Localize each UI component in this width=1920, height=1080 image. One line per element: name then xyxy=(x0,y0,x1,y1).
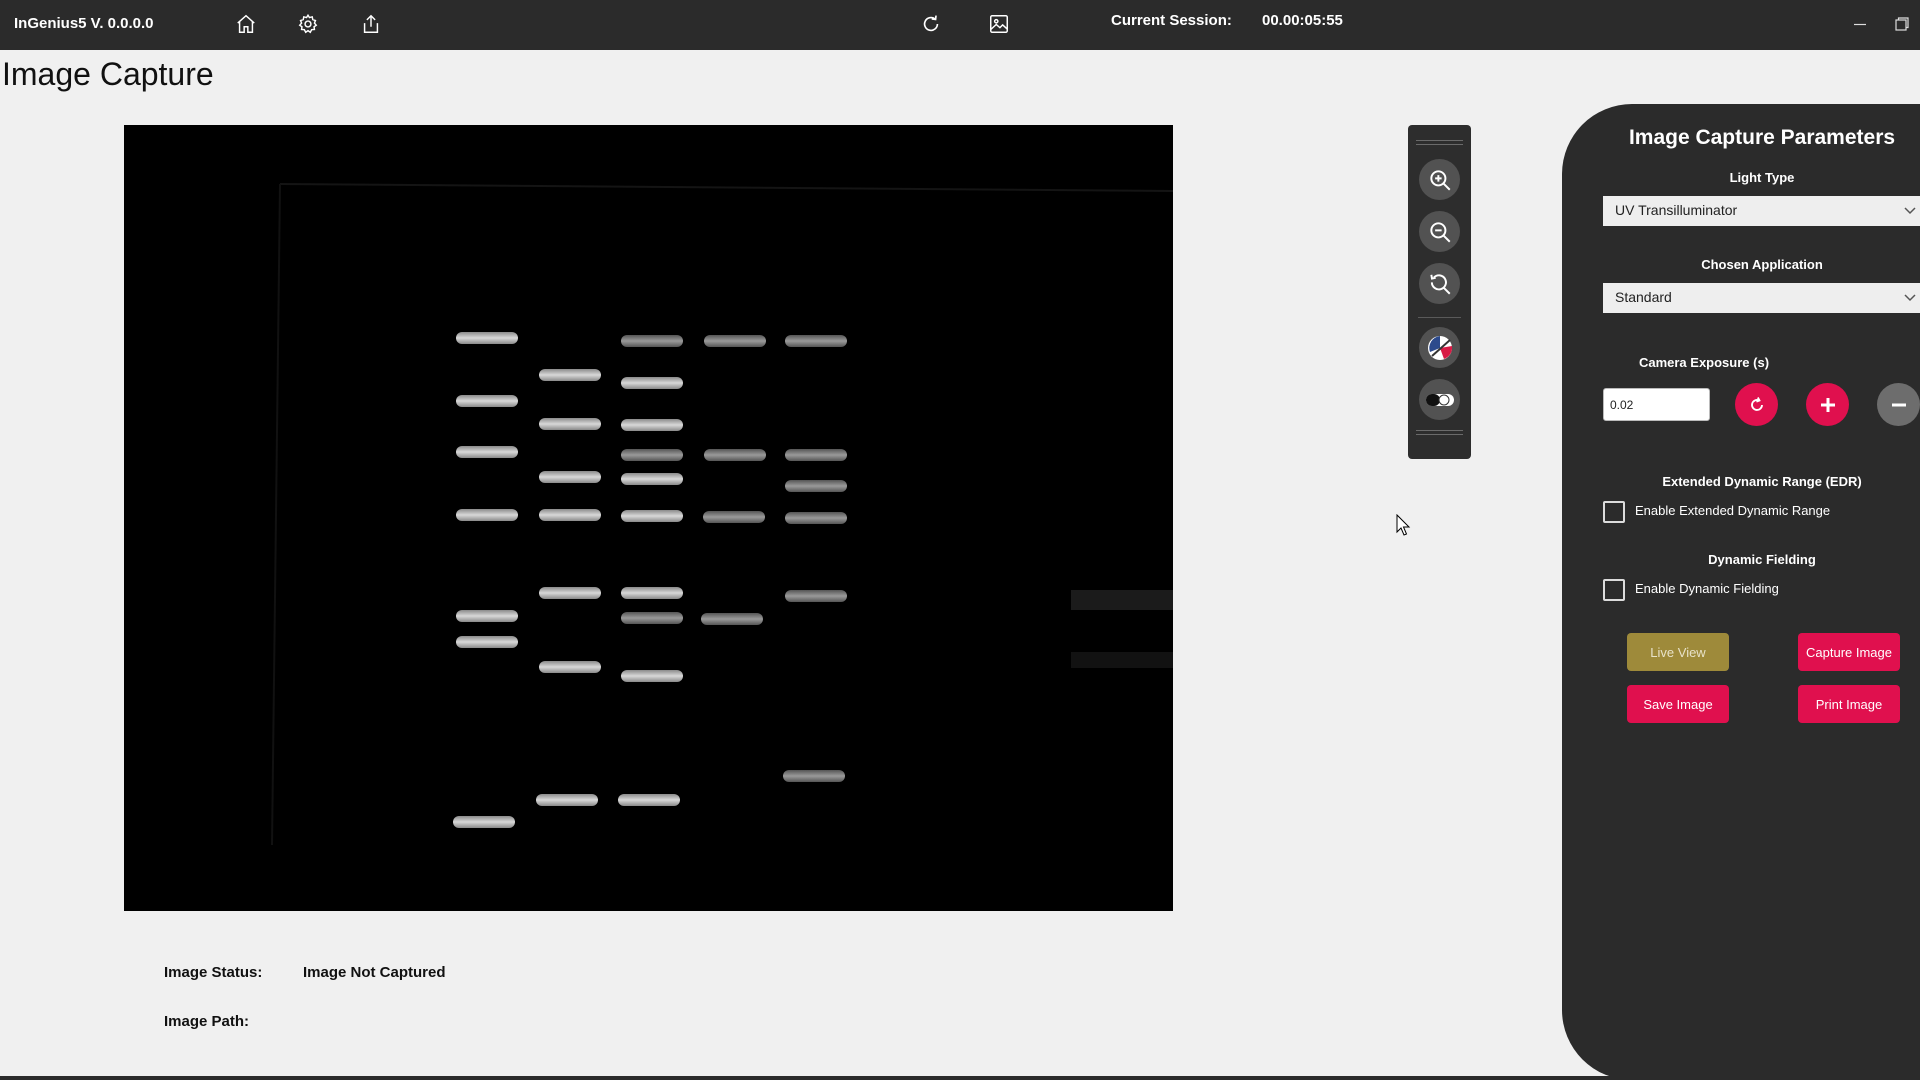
gel-band xyxy=(456,332,518,344)
capture-parameters-panel: Image Capture Parameters Light Type UV T… xyxy=(1562,104,1920,1080)
title-bar: InGenius5 V. 0.0.0.0 Current Session: 00… xyxy=(0,0,1920,50)
application-label: Chosen Application xyxy=(1701,257,1823,272)
image-status-label: Image Status: xyxy=(164,964,263,981)
gel-band xyxy=(701,613,763,625)
panel-title: Image Capture Parameters xyxy=(1628,126,1896,149)
gel-smear xyxy=(1071,652,1173,668)
image-gallery-icon[interactable] xyxy=(984,9,1014,39)
gel-band xyxy=(704,335,766,347)
chevron-down-icon xyxy=(1904,294,1916,302)
contrast-toggle-icon[interactable] xyxy=(1419,379,1460,420)
gel-band xyxy=(621,587,683,599)
gel-band xyxy=(456,446,518,458)
gel-band xyxy=(621,670,683,682)
plus-icon xyxy=(1820,397,1835,412)
toolbar-grip-bottom[interactable] xyxy=(1416,430,1463,440)
dynamic-fielding-checkbox-label[interactable]: Enable Dynamic Fielding xyxy=(1635,581,1779,596)
gel-band xyxy=(456,610,518,622)
gel-band xyxy=(783,770,845,782)
app-title: InGenius5 V. 0.0.0.0 xyxy=(14,15,154,32)
save-image-button[interactable]: Save Image xyxy=(1627,685,1729,723)
gel-band xyxy=(536,794,598,806)
dynamic-fielding-checkbox[interactable] xyxy=(1603,579,1625,601)
gel-band xyxy=(703,511,765,523)
gel-band xyxy=(785,449,847,461)
live-view-button[interactable]: Live View xyxy=(1627,633,1729,671)
exposure-input[interactable] xyxy=(1603,388,1710,421)
gel-band xyxy=(539,509,601,521)
gel-band xyxy=(785,512,847,524)
image-path-label: Image Path: xyxy=(164,1013,250,1030)
edr-checkbox-label[interactable]: Enable Extended Dynamic Range xyxy=(1635,503,1830,518)
zoom-reset-icon[interactable] xyxy=(1419,263,1460,304)
gel-band xyxy=(704,449,766,461)
light-type-select[interactable]: UV Transilluminator xyxy=(1603,196,1920,226)
toolbar-divider xyxy=(1418,317,1461,318)
light-type-label: Light Type xyxy=(1729,170,1795,185)
light-type-value: UV Transilluminator xyxy=(1615,202,1738,218)
share-upload-icon[interactable] xyxy=(356,9,386,39)
gel-band xyxy=(621,510,683,522)
gel-band xyxy=(785,335,847,347)
zoom-out-icon[interactable] xyxy=(1419,211,1460,252)
minus-icon xyxy=(1891,403,1906,406)
gel-band xyxy=(785,480,847,492)
color-invert-icon[interactable] xyxy=(1419,327,1460,368)
exposure-increase-button[interactable] xyxy=(1806,383,1849,426)
gel-image-viewer[interactable] xyxy=(124,125,1173,911)
application-value: Standard xyxy=(1615,289,1672,305)
gel-band xyxy=(456,509,518,521)
capture-image-button[interactable]: Capture Image xyxy=(1798,633,1900,671)
refresh-icon[interactable] xyxy=(916,9,946,39)
zoom-in-icon[interactable] xyxy=(1419,159,1460,200)
page-title: Image Capture xyxy=(2,56,214,92)
image-toolbar xyxy=(1408,125,1471,459)
gel-band xyxy=(539,369,601,381)
image-status-value: Image Not Captured xyxy=(303,964,446,981)
reset-icon xyxy=(1750,396,1763,411)
gel-band xyxy=(539,471,601,483)
gel-band xyxy=(621,612,683,624)
gel-band xyxy=(453,816,515,828)
chevron-down-icon xyxy=(1904,207,1916,215)
print-image-button[interactable]: Print Image xyxy=(1798,685,1900,723)
mouse-cursor-icon xyxy=(1396,514,1411,536)
gel-band xyxy=(621,335,683,347)
edr-section-label: Extended Dynamic Range (EDR) xyxy=(1662,474,1862,489)
exposure-label: Camera Exposure (s) xyxy=(1638,355,1770,370)
minimize-icon[interactable] xyxy=(1845,9,1875,39)
exposure-reset-button[interactable] xyxy=(1735,383,1778,426)
session-timer: 00.00:05:55 xyxy=(1262,12,1343,29)
exposure-decrease-button[interactable] xyxy=(1877,383,1920,426)
session-label: Current Session: xyxy=(1111,12,1232,29)
dynamic-fielding-label: Dynamic Fielding xyxy=(1708,552,1816,567)
application-select[interactable]: Standard xyxy=(1603,283,1920,313)
gel-band xyxy=(539,587,601,599)
gel-band xyxy=(539,661,601,673)
settings-gear-icon[interactable] xyxy=(293,9,323,39)
gel-band xyxy=(785,590,847,602)
gel-band xyxy=(456,395,518,407)
gel-band xyxy=(456,636,518,648)
gel-band xyxy=(539,418,601,430)
gel-smear xyxy=(1071,590,1173,610)
gel-band xyxy=(621,419,683,431)
gel-band xyxy=(621,473,683,485)
gel-band xyxy=(621,449,683,461)
bottom-border xyxy=(0,1076,1920,1080)
edr-checkbox[interactable] xyxy=(1603,501,1625,523)
restore-window-icon[interactable] xyxy=(1887,9,1917,39)
home-icon[interactable] xyxy=(231,9,261,39)
gel-band xyxy=(621,377,683,389)
toolbar-grip-top[interactable] xyxy=(1416,140,1463,150)
gel-band xyxy=(618,794,680,806)
